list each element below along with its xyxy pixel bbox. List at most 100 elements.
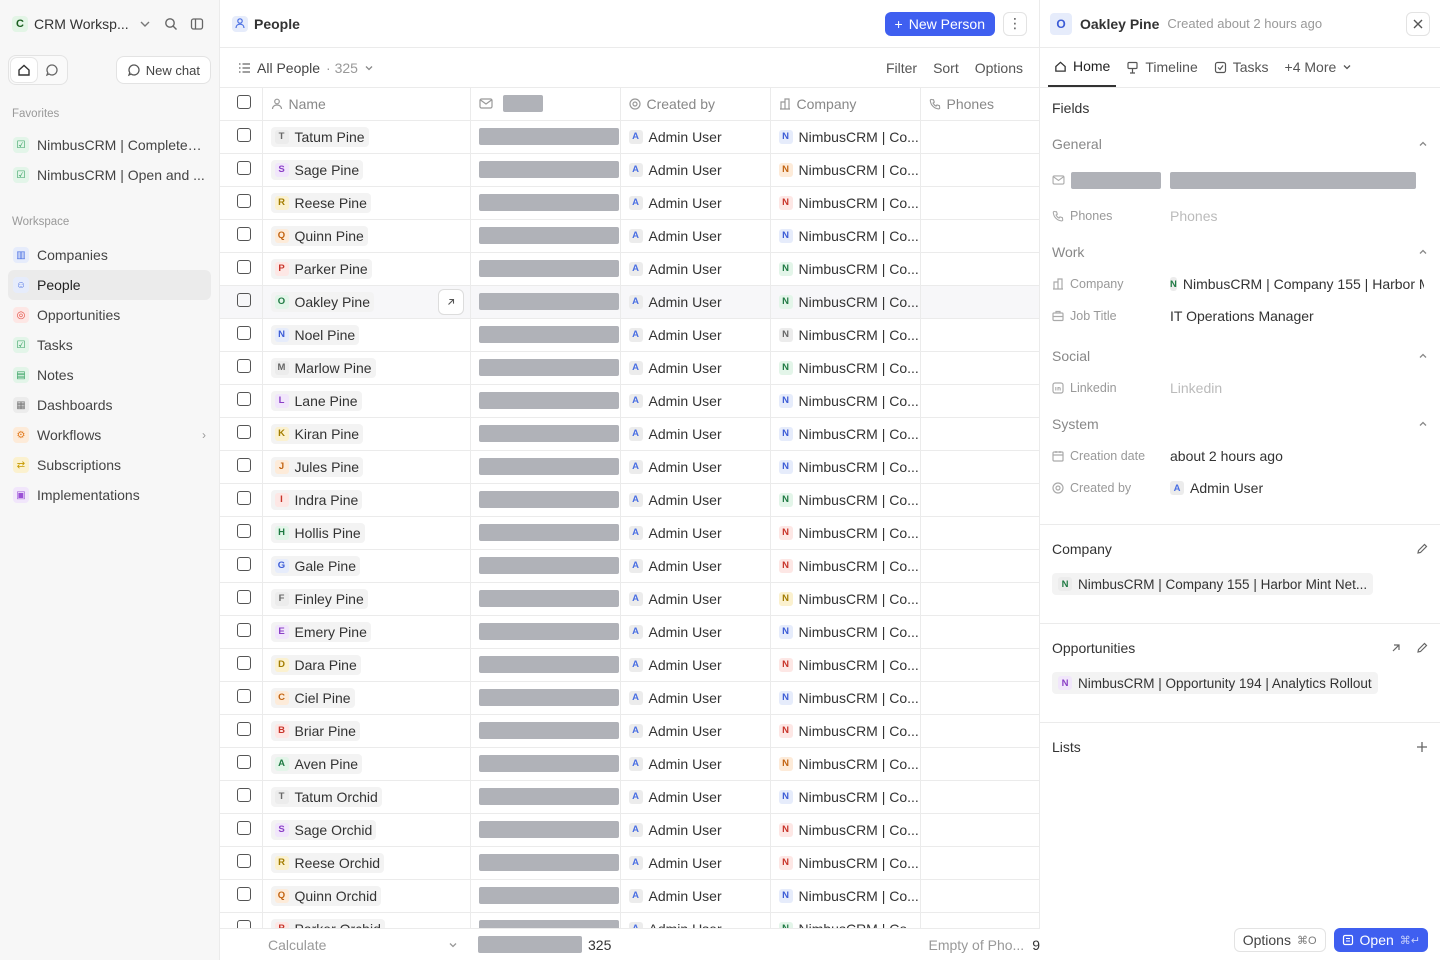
- person-chip[interactable]: G Gale Pine: [270, 555, 360, 576]
- record-name[interactable]: Oakley Pine: [1080, 16, 1159, 32]
- column-header-name[interactable]: Name: [262, 88, 471, 121]
- table-row[interactable]: B Briar Pine A Admin User N NimbusCRM | Co...: [220, 714, 1039, 748]
- email-cell[interactable]: [470, 483, 621, 517]
- table-row[interactable]: A Aven Pine A Admin User N NimbusCRM | Co...: [220, 747, 1039, 781]
- table-row[interactable]: L Lane Pine A Admin User N NimbusCRM | Co...: [220, 384, 1039, 418]
- phones-cell[interactable]: [920, 516, 1039, 550]
- table-row[interactable]: N Noel Pine A Admin User N NimbusCRM | Co...: [220, 318, 1039, 352]
- row-checkbox[interactable]: [237, 623, 251, 637]
- email-cell[interactable]: [470, 714, 621, 748]
- sidebar-item-tasks[interactable]: ☑ Tasks: [8, 330, 211, 360]
- favorite-item-completed[interactable]: ☑ NimbusCRM | Completed ...: [8, 130, 211, 160]
- pencil-icon[interactable]: [1416, 642, 1428, 654]
- person-chip[interactable]: E Emery Pine: [270, 621, 371, 642]
- created-by-cell[interactable]: A Admin User: [620, 252, 771, 286]
- name-cell[interactable]: A Aven Pine: [262, 747, 471, 781]
- company-cell[interactable]: N NimbusCRM | Co...: [770, 615, 921, 649]
- created-by-cell[interactable]: A Admin User: [620, 450, 771, 484]
- sidebar-item-workflows[interactable]: ⚙ Workflows ›: [8, 420, 211, 450]
- row-checkbox[interactable]: [237, 227, 251, 241]
- person-chip[interactable]: J Jules Pine: [270, 456, 364, 477]
- phones-cell[interactable]: [920, 351, 1039, 385]
- redacted-email-value[interactable]: [1170, 171, 1416, 189]
- phones-cell[interactable]: [920, 582, 1039, 616]
- phones-cell[interactable]: [920, 417, 1039, 451]
- row-checkbox[interactable]: [237, 590, 251, 604]
- table-row[interactable]: F Finley Pine A Admin User N NimbusCRM | Co..…: [220, 582, 1039, 616]
- company-cell[interactable]: N NimbusCRM | Co...: [770, 747, 921, 781]
- linkedin-value[interactable]: Linkedin: [1170, 380, 1222, 396]
- search-icon[interactable]: [161, 14, 181, 34]
- created-by-cell[interactable]: A Admin User: [620, 813, 771, 847]
- person-chip[interactable]: K Kiran Pine: [270, 423, 364, 444]
- phones-cell[interactable]: [920, 714, 1039, 748]
- row-checkbox[interactable]: [237, 854, 251, 868]
- company-cell[interactable]: N NimbusCRM | Co...: [770, 153, 921, 187]
- company-cell[interactable]: N NimbusCRM | Co...: [770, 648, 921, 682]
- email-cell[interactable]: [470, 516, 621, 550]
- email-cell[interactable]: [470, 549, 621, 583]
- table-row[interactable]: J Jules Pine A Admin User N NimbusCRM | Co...: [220, 450, 1039, 484]
- sidebar-item-companies[interactable]: ▥ Companies: [8, 240, 211, 270]
- created-by-cell[interactable]: A Admin User: [620, 120, 771, 154]
- row-checkbox[interactable]: [237, 161, 251, 175]
- workspace-name[interactable]: CRM Worksp...: [34, 16, 129, 32]
- person-chip[interactable]: F Finley Pine: [270, 588, 368, 609]
- company-cell[interactable]: N NimbusCRM | Co...: [770, 450, 921, 484]
- phones-cell[interactable]: [920, 450, 1039, 484]
- tab-more[interactable]: +4 More: [1279, 47, 1359, 87]
- name-cell[interactable]: F Finley Pine: [262, 582, 471, 616]
- created-by-cell[interactable]: A Admin User: [620, 846, 771, 880]
- email-cell[interactable]: [470, 384, 621, 418]
- email-cell[interactable]: [470, 747, 621, 781]
- created-by-cell[interactable]: A Admin User: [620, 153, 771, 187]
- email-cell[interactable]: [470, 912, 621, 928]
- email-cell[interactable]: [470, 318, 621, 352]
- phones-cell[interactable]: [920, 648, 1039, 682]
- row-checkbox[interactable]: [237, 821, 251, 835]
- collapse-sidebar-icon[interactable]: [187, 14, 207, 34]
- sidebar-item-dashboards[interactable]: ▦ Dashboards: [8, 390, 211, 420]
- name-cell[interactable]: E Emery Pine: [262, 615, 471, 649]
- table-row[interactable]: O Oakley Pine A Admin User N NimbusCRM | Co..…: [220, 285, 1039, 319]
- created-by-cell[interactable]: A Admin User: [620, 780, 771, 814]
- company-cell[interactable]: N NimbusCRM | Co...: [770, 186, 921, 220]
- phones-cell[interactable]: [920, 615, 1039, 649]
- table-row[interactable]: D Dara Pine A Admin User N NimbusCRM | Co...: [220, 648, 1039, 682]
- company-cell[interactable]: N NimbusCRM | Co...: [770, 846, 921, 880]
- table-row[interactable]: R Reese Pine A Admin User N NimbusCRM | Co...: [220, 186, 1039, 220]
- created-by-cell[interactable]: A Admin User: [620, 747, 771, 781]
- created-by-cell[interactable]: A Admin User: [620, 549, 771, 583]
- created-by-cell[interactable]: A Admin User: [620, 582, 771, 616]
- table-row[interactable]: T Tatum Orchid A Admin User N NimbusCRM | Co.…: [220, 780, 1039, 814]
- row-checkbox[interactable]: [237, 359, 251, 373]
- email-cell[interactable]: [470, 450, 621, 484]
- person-chip[interactable]: M Marlow Pine: [270, 357, 376, 378]
- person-chip[interactable]: B Briar Pine: [270, 720, 360, 741]
- new-chat-button[interactable]: New chat: [115, 56, 211, 84]
- more-options-button[interactable]: ⋮: [1003, 11, 1027, 36]
- table-row[interactable]: M Marlow Pine A Admin User N NimbusCRM | Co..…: [220, 351, 1039, 385]
- row-checkbox[interactable]: [237, 425, 251, 439]
- arrow-up-right-icon[interactable]: [1390, 642, 1402, 654]
- table-row[interactable]: P Parker Pine A Admin User N NimbusCRM | Co..…: [220, 252, 1039, 286]
- email-cell[interactable]: [470, 846, 621, 880]
- email-cell[interactable]: [470, 879, 621, 913]
- person-chip[interactable]: H Hollis Pine: [270, 522, 365, 543]
- table-row[interactable]: S Sage Pine A Admin User N NimbusCRM | Co...: [220, 153, 1039, 187]
- name-cell[interactable]: O Oakley Pine: [262, 285, 471, 319]
- column-header-email[interactable]: [470, 88, 621, 121]
- name-cell[interactable]: H Hollis Pine: [262, 516, 471, 550]
- created-by-cell[interactable]: A Admin User: [620, 384, 771, 418]
- row-checkbox[interactable]: [237, 326, 251, 340]
- row-checkbox[interactable]: [237, 524, 251, 538]
- company-value[interactable]: N NimbusCRM | Company 155 | Harbor M: [1170, 276, 1424, 292]
- person-chip[interactable]: I Indra Pine: [270, 489, 363, 510]
- person-chip[interactable]: N Noel Pine: [270, 324, 360, 345]
- company-cell[interactable]: N NimbusCRM | Co...: [770, 813, 921, 847]
- name-cell[interactable]: C Ciel Pine: [262, 681, 471, 715]
- name-cell[interactable]: Q Quinn Pine: [262, 219, 471, 253]
- created-by-cell[interactable]: A Admin User: [620, 417, 771, 451]
- company-cell[interactable]: N NimbusCRM | Co...: [770, 285, 921, 319]
- email-cell[interactable]: [470, 615, 621, 649]
